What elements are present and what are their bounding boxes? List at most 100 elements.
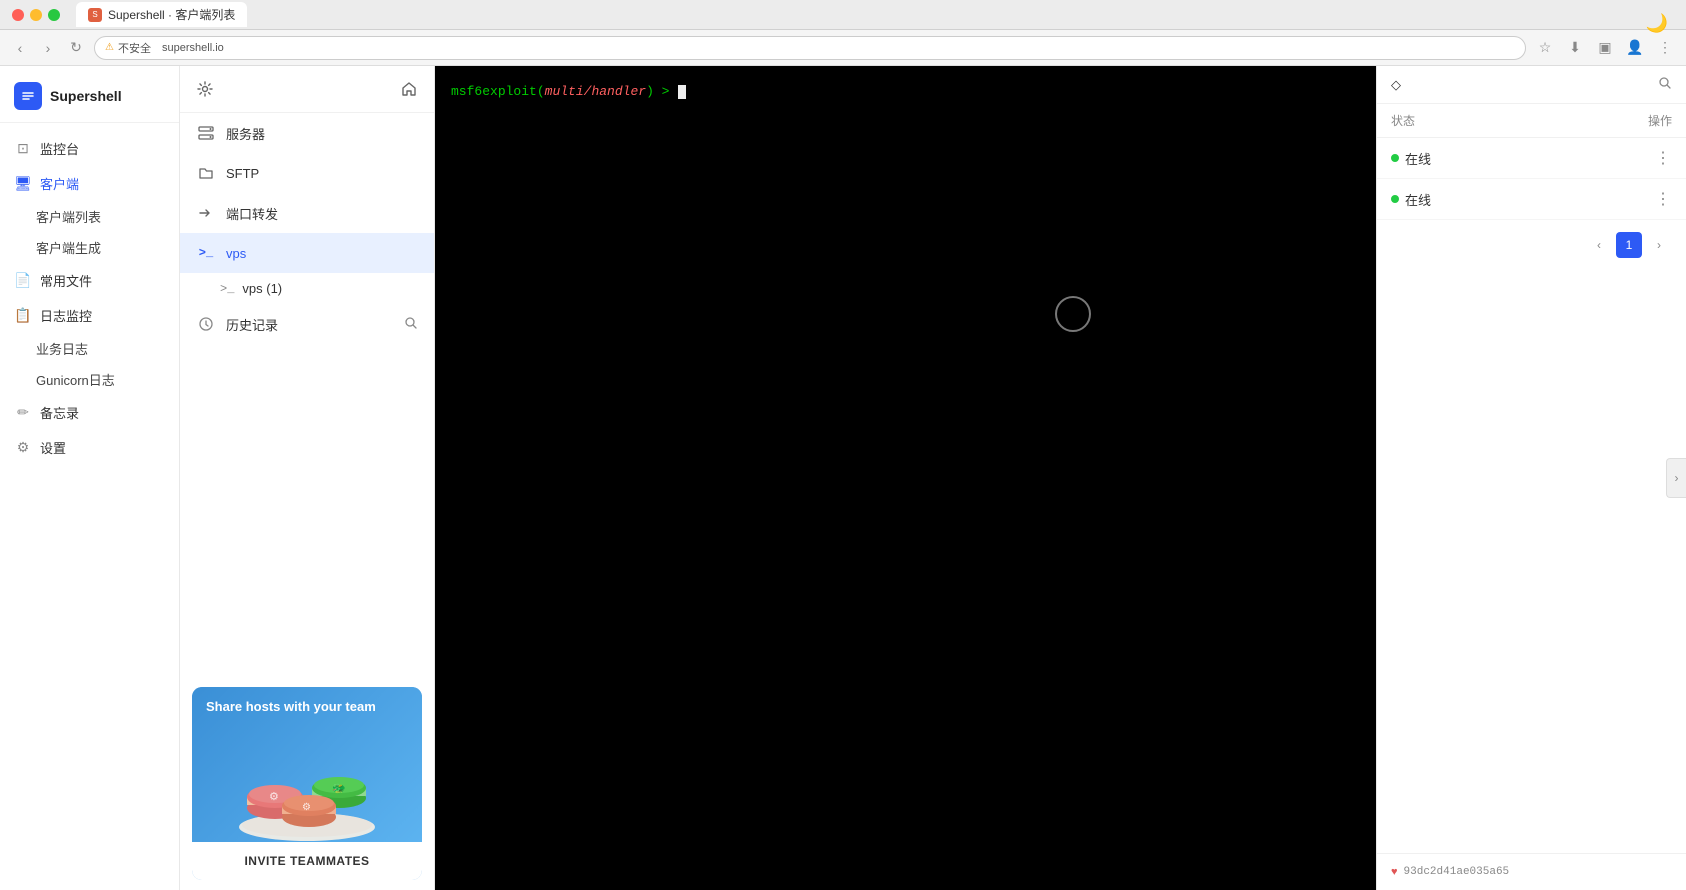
- history-search-icon[interactable]: [404, 316, 418, 333]
- port-forward-label: 端口转发: [226, 204, 278, 223]
- right-search-button[interactable]: [1658, 76, 1672, 93]
- browser-chrome: S Supershell · 客户端列表: [0, 0, 1686, 30]
- status-text: 在线: [1405, 149, 1431, 168]
- sidebar-item-client[interactable]: 🖥 客户端: [0, 166, 179, 201]
- sidebar-label-client-gen: 客户端生成: [36, 238, 101, 257]
- svg-text:🐲: 🐲: [332, 783, 346, 795]
- logs-icon: 📋: [14, 307, 32, 324]
- port-forward-icon: [196, 203, 216, 223]
- sidebar-item-biz-logs[interactable]: 业务日志: [0, 333, 179, 364]
- back-button[interactable]: ‹: [10, 38, 30, 58]
- menu-item-vps[interactable]: >_ vps: [180, 233, 434, 273]
- monitor-icon: ⊡: [14, 140, 32, 157]
- online-status-dot: [1391, 154, 1399, 162]
- sidebar-item-settings[interactable]: ⚙ 设置: [0, 430, 179, 465]
- term-exploit: exploit(: [482, 82, 544, 102]
- app-window: Supershell ⊡ 监控台 🖥 客户端 客户端列表 客户端生成 📄 常用文…: [0, 66, 1686, 890]
- invite-illustration: ⚙ 🐲 ⚙: [206, 722, 408, 842]
- invite-card-title: Share hosts with your team: [206, 699, 408, 714]
- pagination: ‹ 1 ›: [1377, 220, 1686, 270]
- right-panel-collapse[interactable]: ›: [1666, 458, 1686, 498]
- right-panel-footer: ♥ 93dc2d41ae035a65: [1377, 853, 1686, 890]
- sftp-icon: [196, 163, 216, 183]
- more-icon[interactable]: ⋮: [1654, 37, 1676, 59]
- gear-icon-btn[interactable]: [192, 76, 218, 102]
- address-security: 不安全: [118, 40, 151, 56]
- bookmark-icon[interactable]: ☆: [1534, 37, 1556, 59]
- servers-label: 服务器: [226, 124, 265, 143]
- left-sidebar: Supershell ⊡ 监控台 🖥 客户端 客户端列表 客户端生成 📄 常用文…: [0, 66, 180, 890]
- close-button[interactable]: [12, 9, 24, 21]
- table-row: 在线 ⋮: [1377, 179, 1686, 220]
- sidebar-item-client-list[interactable]: 客户端列表: [0, 201, 179, 232]
- forward-button[interactable]: ›: [38, 38, 58, 58]
- refresh-button[interactable]: ↻: [66, 38, 86, 58]
- sidebar-label-notes: 备忘录: [40, 403, 79, 422]
- servers-icon: [196, 123, 216, 143]
- vps-subitem[interactable]: >_ vps (1): [180, 273, 434, 304]
- sidebar-label-gunicorn-logs: Gunicorn日志: [36, 370, 115, 389]
- term-cursor: [678, 85, 686, 99]
- vps-icon: >_: [196, 243, 216, 263]
- address-input[interactable]: ⚠ 不安全 supershell.io: [94, 36, 1526, 60]
- sidebar-item-monitor[interactable]: ⊡ 监控台: [0, 131, 179, 166]
- client-icon: 🖥: [14, 175, 32, 192]
- sidebar-label-settings: 设置: [40, 438, 66, 457]
- middle-header: [180, 66, 434, 113]
- menu-item-port-forward[interactable]: 端口转发: [180, 193, 434, 233]
- sidebar-item-notes[interactable]: ✏ 备忘录: [0, 395, 179, 430]
- ops-col-header: 操作: [1648, 112, 1672, 129]
- address-actions: ☆ ⬇ ▣ 👤 ⋮ 🌙: [1534, 37, 1676, 59]
- history-item[interactable]: 历史记录: [180, 304, 434, 344]
- invite-teammates-button[interactable]: INVITE TEAMMATES: [192, 842, 422, 880]
- home-icon-btn[interactable]: [396, 76, 422, 102]
- vps-term-icon: >_: [220, 282, 234, 296]
- menu-item-servers[interactable]: 服务器: [180, 113, 434, 153]
- heart-icon: ♥: [1391, 866, 1398, 878]
- sidebar-item-logs[interactable]: 📋 日志监控: [0, 298, 179, 333]
- row-actions-button-2[interactable]: ⋮: [1655, 189, 1672, 209]
- next-page-button[interactable]: ›: [1646, 232, 1672, 258]
- dark-mode-toggle[interactable]: 🌙: [1642, 8, 1672, 38]
- tab-icon: S: [88, 8, 102, 22]
- profile-icon[interactable]: 👤: [1624, 37, 1646, 59]
- browser-tab[interactable]: S Supershell · 客户端列表: [76, 2, 247, 27]
- term-close-paren: ): [646, 82, 654, 102]
- lock-icon: ⚠: [105, 42, 114, 53]
- logo-icon: [14, 82, 42, 110]
- sidebar-item-files[interactable]: 📄 常用文件: [0, 263, 179, 298]
- prev-page-button[interactable]: ‹: [1586, 232, 1612, 258]
- history-icon: [196, 314, 216, 334]
- tab-icon-btn[interactable]: ▣: [1594, 37, 1616, 59]
- sidebar-label-monitor: 监控台: [40, 139, 79, 158]
- menu-item-sftp[interactable]: SFTP: [180, 153, 434, 193]
- row-actions-button[interactable]: ⋮: [1655, 148, 1672, 168]
- terminal-content[interactable]: msf6 exploit( multi/handler ) >: [435, 66, 1376, 890]
- sidebar-nav: ⊡ 监控台 🖥 客户端 客户端列表 客户端生成 📄 常用文件 📋 日志监控: [0, 123, 179, 890]
- vps-subitem-label: vps (1): [242, 281, 282, 296]
- download-icon[interactable]: ⬇: [1564, 37, 1586, 59]
- traffic-lights: [12, 9, 60, 21]
- sftp-label: SFTP: [226, 166, 259, 181]
- vps-label: vps: [226, 246, 246, 261]
- svg-text:⚙: ⚙: [302, 802, 311, 813]
- terminal-area[interactable]: msf6 exploit( multi/handler ) >: [435, 66, 1376, 890]
- maximize-button[interactable]: [48, 9, 60, 21]
- minimize-button[interactable]: [30, 9, 42, 21]
- invite-card: Share hosts with your team: [192, 687, 422, 880]
- right-table-header: 状态 操作: [1377, 104, 1686, 138]
- sidebar-item-client-gen[interactable]: 客户端生成: [0, 232, 179, 263]
- status-text-2: 在线: [1405, 190, 1431, 209]
- sidebar-label-files: 常用文件: [40, 271, 92, 290]
- address-url: supershell.io: [162, 42, 224, 54]
- sidebar-label-logs: 日志监控: [40, 306, 92, 325]
- notes-icon: ✏: [14, 404, 32, 421]
- footer-hash: 93dc2d41ae035a65: [1404, 866, 1510, 878]
- status-col-header: 状态: [1391, 112, 1471, 129]
- sidebar-item-gunicorn-logs[interactable]: Gunicorn日志: [0, 364, 179, 395]
- page-1-button[interactable]: 1: [1616, 232, 1642, 258]
- tab-label: Supershell · 客户端列表: [108, 6, 235, 23]
- sidebar-label-client-list: 客户端列表: [36, 207, 101, 226]
- invite-card-top: Share hosts with your team: [192, 687, 422, 842]
- sidebar-label-client: 客户端: [40, 174, 79, 193]
